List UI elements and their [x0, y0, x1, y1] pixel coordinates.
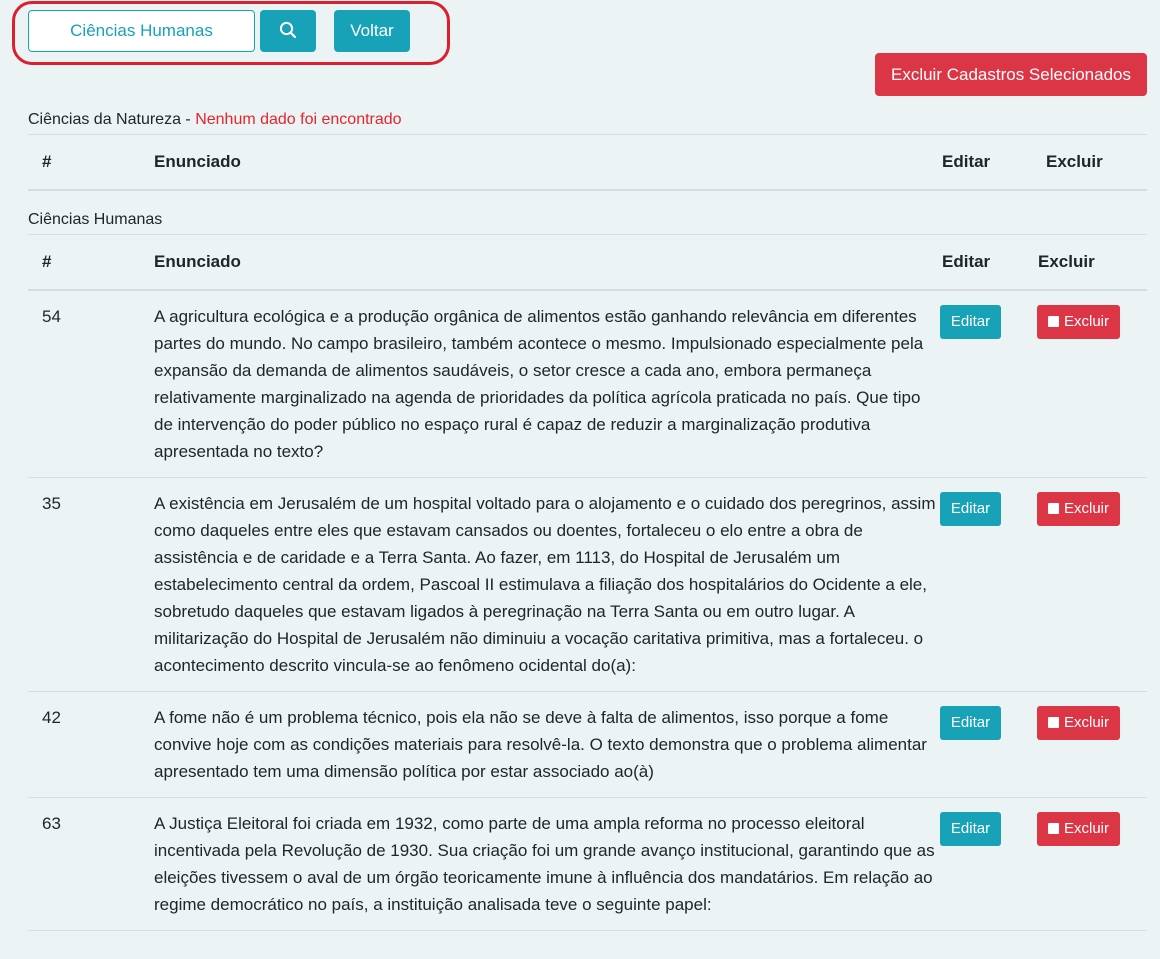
header-delete: Excluir — [1030, 234, 1147, 291]
delete-button[interactable]: Excluir — [1037, 304, 1120, 339]
row-id: 42 — [28, 691, 154, 798]
table-header-row: # Enunciado Editar Excluir — [28, 234, 1147, 291]
header-edit: Editar — [940, 234, 1030, 291]
edit-button[interactable]: Editar — [940, 304, 1001, 339]
search-button[interactable] — [260, 10, 316, 52]
table-row: 54 A agricultura ecológica e a produção … — [28, 289, 1147, 478]
square-icon — [1047, 717, 1059, 728]
back-button[interactable]: Voltar — [334, 10, 410, 52]
delete-selected-button[interactable]: Excluir Cadastros Selecionados — [875, 53, 1147, 96]
delete-button[interactable]: Excluir — [1037, 811, 1120, 846]
edit-button[interactable]: Editar — [940, 491, 1001, 526]
header-statement: Enunciado — [154, 234, 940, 291]
section-name: Ciências Humanas — [28, 211, 163, 228]
table-row: 63 A Justiça Eleitoral foi criada em 193… — [28, 797, 1147, 931]
empty-message: Nenhum dado foi encontrado — [195, 111, 402, 128]
edit-button[interactable]: Editar — [940, 811, 1001, 846]
row-statement: A Justiça Eleitoral foi criada em 1932, … — [154, 797, 940, 931]
row-statement: A agricultura ecológica e a produção org… — [154, 289, 940, 478]
delete-label: Excluir — [1063, 714, 1109, 731]
table-row: 42 A fome não é um problema técnico, poi… — [28, 691, 1147, 798]
section-title-humanas: Ciências Humanas — [28, 211, 162, 229]
delete-label: Excluir — [1063, 820, 1109, 837]
row-statement: A fome não é um problema técnico, pois e… — [154, 691, 940, 798]
table-humanas: # Enunciado Editar Excluir 54 A agricult… — [28, 234, 1147, 931]
header-num: # — [28, 234, 154, 291]
header-edit: Editar — [940, 134, 1030, 191]
section-name: Ciências da Natureza — [28, 111, 181, 128]
square-icon — [1047, 316, 1059, 327]
search-icon — [279, 21, 297, 42]
square-icon — [1047, 823, 1059, 834]
delete-label: Excluir — [1063, 313, 1109, 330]
table-natureza: # Enunciado Editar Excluir — [28, 134, 1147, 191]
header-delete: Excluir — [1030, 134, 1147, 191]
section-title-natureza: Ciências da Natureza - Nenhum dado foi e… — [28, 111, 402, 129]
search-input[interactable] — [28, 10, 255, 52]
table-row: 35 A existência em Jerusalém de um hospi… — [28, 477, 1147, 692]
square-icon — [1047, 503, 1059, 514]
edit-button[interactable]: Editar — [940, 705, 1001, 740]
delete-button[interactable]: Excluir — [1037, 705, 1120, 740]
row-statement: A existência em Jerusalém de um hospital… — [154, 477, 940, 692]
row-id: 63 — [28, 797, 154, 931]
header-num: # — [28, 134, 154, 191]
delete-button[interactable]: Excluir — [1037, 491, 1120, 526]
row-id: 54 — [28, 289, 154, 478]
section-separator: - — [180, 111, 196, 128]
table-header-row: # Enunciado Editar Excluir — [28, 134, 1147, 191]
page: Voltar Excluir Cadastros Selecionados Ci… — [0, 0, 1160, 959]
row-id: 35 — [28, 477, 154, 692]
delete-label: Excluir — [1063, 500, 1109, 517]
header-statement: Enunciado — [154, 134, 940, 191]
